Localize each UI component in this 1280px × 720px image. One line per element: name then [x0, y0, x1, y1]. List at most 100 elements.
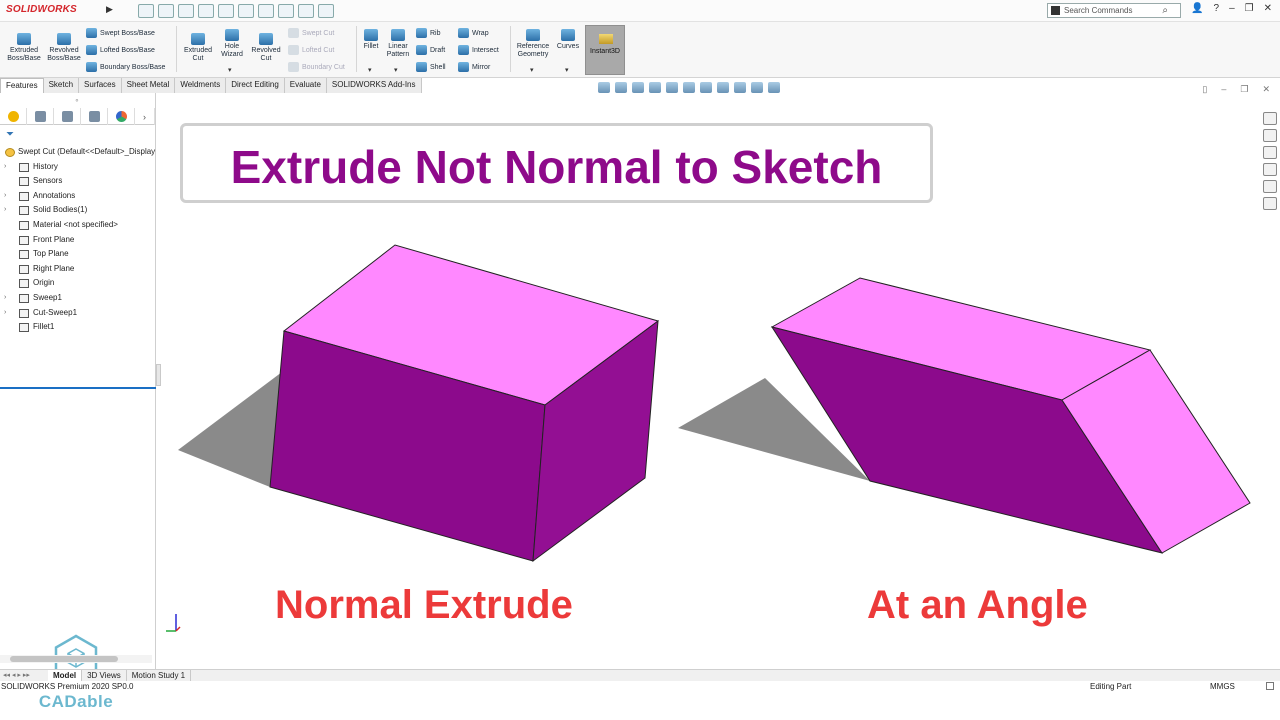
- fillet-dropdown-icon[interactable]: ▾: [368, 66, 372, 74]
- unit-system[interactable]: MMGS: [1210, 681, 1235, 693]
- hole-wizard-button[interactable]: Hole Wizard: [216, 29, 248, 59]
- tree-root-part[interactable]: Swept Cut (Default<<Default>_Display: [0, 145, 156, 160]
- tab-solidworks-add-ins[interactable]: SOLIDWORKS Add-Ins: [326, 78, 422, 93]
- edit-appearance-icon[interactable]: [734, 82, 746, 93]
- tab-evaluate[interactable]: Evaluate: [284, 78, 327, 93]
- boundary-cut-button[interactable]: Boundary Cut: [288, 62, 345, 72]
- expand-arrow-icon[interactable]: ›: [4, 203, 6, 217]
- revolved-cut-button[interactable]: Revolved Cut: [248, 33, 284, 63]
- view-palette-icon[interactable]: [1263, 163, 1277, 176]
- reference-geometry-dropdown-icon[interactable]: ▾: [530, 66, 534, 74]
- zoom-to-fit-icon[interactable]: [598, 82, 610, 93]
- hole-wizard-dropdown-icon[interactable]: ▾: [228, 66, 232, 74]
- solidworks-resources-icon[interactable]: [1263, 112, 1277, 125]
- tree-item-solid-bodies[interactable]: › Solid Bodies(1): [0, 203, 156, 218]
- dimxpertmanager-tab[interactable]: [81, 108, 108, 125]
- expand-arrow-icon[interactable]: ›: [4, 306, 6, 320]
- file-properties-icon[interactable]: [298, 4, 314, 18]
- filter-icon[interactable]: ⏷: [6, 129, 14, 140]
- swept-boss-button[interactable]: Swept Boss/Base: [86, 28, 155, 38]
- close-icon[interactable]: ✕: [1264, 3, 1272, 14]
- search-icon[interactable]: ⌕: [1162, 5, 1168, 16]
- viewport-close-icon[interactable]: ✕: [1262, 84, 1270, 95]
- restore-icon[interactable]: ❐: [1245, 3, 1254, 14]
- linear-pattern-button[interactable]: Linear Pattern: [384, 29, 412, 59]
- solidworks-logo[interactable]: SOLIDWORKS: [6, 4, 77, 15]
- apply-scene-icon[interactable]: [751, 82, 763, 93]
- linear-pattern-dropdown-icon[interactable]: ▾: [394, 66, 398, 74]
- mirror-button[interactable]: Mirror: [458, 62, 490, 72]
- tab-model[interactable]: Model: [48, 670, 83, 681]
- featuremanager-tab[interactable]: [0, 108, 27, 125]
- lofted-boss-button[interactable]: Lofted Boss/Base: [86, 45, 155, 55]
- previous-view-icon[interactable]: [632, 82, 644, 93]
- rib-button[interactable]: Rib: [416, 28, 441, 38]
- tree-item-top-plane[interactable]: Top Plane: [0, 247, 156, 262]
- expand-arrow-icon[interactable]: ›: [4, 291, 6, 305]
- intersect-button[interactable]: Intersect: [458, 45, 499, 55]
- fillet-button[interactable]: Fillet: [360, 29, 382, 51]
- section-view-icon[interactable]: [649, 82, 661, 93]
- dynamic-annotation-icon[interactable]: [666, 82, 678, 93]
- extruded-cut-button[interactable]: Extruded Cut: [180, 33, 216, 63]
- tree-item-sensors[interactable]: Sensors: [0, 174, 156, 189]
- tree-item-material[interactable]: Material <not specified>: [0, 218, 156, 233]
- tab-sketch[interactable]: Sketch: [43, 78, 80, 93]
- expand-arrow-icon[interactable]: ›: [4, 189, 6, 203]
- tree-item-history[interactable]: › History: [0, 160, 156, 175]
- swept-cut-button[interactable]: Swept Cut: [288, 28, 334, 38]
- rebuild-icon[interactable]: [278, 4, 294, 18]
- lofted-cut-button[interactable]: Lofted Cut: [288, 45, 334, 55]
- minimize-icon[interactable]: –: [1229, 3, 1235, 14]
- home-icon[interactable]: [138, 4, 154, 18]
- more-tabs-arrow-icon[interactable]: ›: [135, 108, 155, 125]
- tab-navigation-arrows-icon[interactable]: ◂◂ ◂ ▸ ▸▸: [0, 670, 48, 681]
- draft-button[interactable]: Draft: [416, 45, 445, 55]
- tree-item-front-plane[interactable]: Front Plane: [0, 233, 156, 248]
- extruded-boss-button[interactable]: Extruded Boss/Base: [6, 33, 42, 63]
- menu-expand-arrow-icon[interactable]: ▶: [106, 4, 113, 15]
- instant3d-button[interactable]: Instant3D: [585, 25, 625, 75]
- tab-motion-study[interactable]: Motion Study 1: [127, 670, 192, 681]
- expand-arrow-icon[interactable]: ›: [4, 160, 6, 174]
- tree-item-sweep1[interactable]: › Sweep1: [0, 291, 156, 306]
- viewport-tile-icon[interactable]: ▯: [1202, 84, 1207, 95]
- tree-item-fillet1[interactable]: Fillet1: [0, 320, 156, 335]
- view-orientation-icon[interactable]: [683, 82, 695, 93]
- tab-weldments[interactable]: Weldments: [175, 78, 227, 93]
- hide-show-items-icon[interactable]: [717, 82, 729, 93]
- user-icon[interactable]: 👤: [1191, 3, 1203, 14]
- feature-tree-scrollbar[interactable]: [0, 655, 152, 663]
- help-icon[interactable]: ?: [1214, 3, 1220, 14]
- viewport-restore-icon[interactable]: ❐: [1240, 84, 1248, 95]
- options-gear-icon[interactable]: [318, 4, 334, 18]
- tab-surfaces[interactable]: Surfaces: [79, 78, 122, 93]
- configurationmanager-tab[interactable]: [54, 108, 81, 125]
- tab-direct-editing[interactable]: Direct Editing: [226, 78, 285, 93]
- print-icon[interactable]: [218, 4, 234, 18]
- file-explorer-icon[interactable]: [1263, 146, 1277, 159]
- tab-features[interactable]: Features: [0, 78, 44, 93]
- save-icon[interactable]: [198, 4, 214, 18]
- tree-item-origin[interactable]: Origin: [0, 276, 156, 291]
- new-document-icon[interactable]: [158, 4, 174, 18]
- viewport-minimize-icon[interactable]: –: [1221, 84, 1226, 95]
- rollback-bar[interactable]: [0, 387, 156, 389]
- tab-sheet-metal[interactable]: Sheet Metal: [121, 78, 176, 93]
- status-close-icon[interactable]: [1266, 682, 1274, 690]
- search-commands-input[interactable]: Search Commands ⌕: [1047, 3, 1181, 18]
- zoom-to-area-icon[interactable]: [615, 82, 627, 93]
- select-pointer-icon[interactable]: [258, 4, 274, 18]
- appearances-scenes-icon[interactable]: [1263, 180, 1277, 193]
- tree-item-right-plane[interactable]: Right Plane: [0, 262, 156, 277]
- tab-3d-views[interactable]: 3D Views: [82, 670, 127, 681]
- scrollbar-thumb[interactable]: [10, 656, 118, 662]
- panel-grip-icon[interactable]: ⚬: [74, 97, 80, 105]
- revolved-boss-button[interactable]: Revolved Boss/Base: [46, 33, 82, 63]
- wrap-button[interactable]: Wrap: [458, 28, 489, 38]
- propertymanager-tab[interactable]: [27, 108, 54, 125]
- open-icon[interactable]: [178, 4, 194, 18]
- view-settings-icon[interactable]: [768, 82, 780, 93]
- tree-item-annotations[interactable]: › Annotations: [0, 189, 156, 204]
- display-style-icon[interactable]: [700, 82, 712, 93]
